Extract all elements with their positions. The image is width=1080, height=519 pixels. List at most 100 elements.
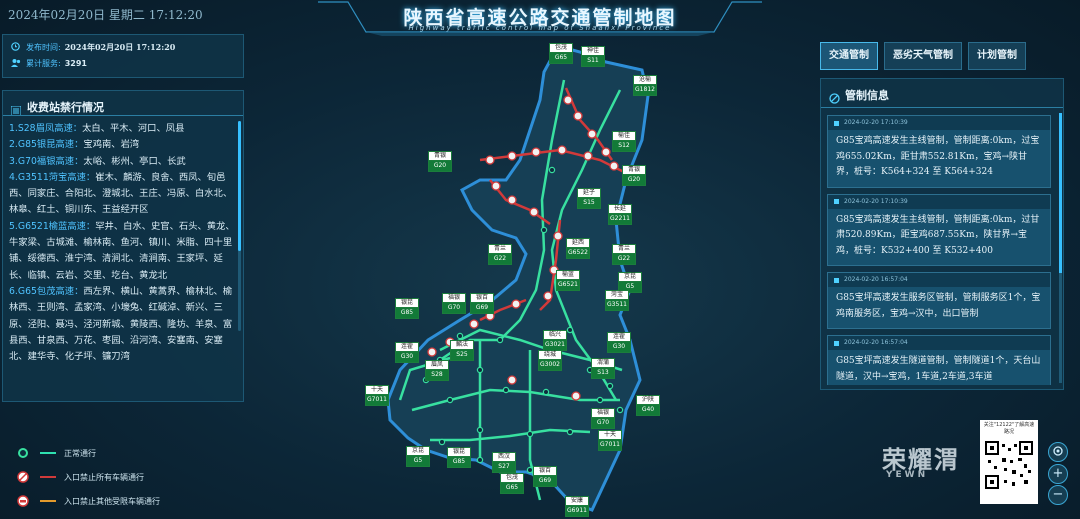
route-shield-code: S15	[577, 197, 601, 209]
route-shield[interactable]: 十天 G7011	[598, 430, 622, 451]
route-shield[interactable]: 榆蓝 G6521	[556, 270, 580, 291]
route-shield[interactable]: 京昆 G5	[406, 446, 430, 467]
control-card-text: G85宝鸡高速发生主线管制，管制距离:0km，过宝鸡655.02Km，距甘肃55…	[836, 136, 1040, 177]
publish-info-panel: 发布时间: 2024年02月20日 17:12:20 累计服务: 3291	[2, 34, 244, 78]
route-shield-name: 青银	[622, 165, 646, 174]
route-shield[interactable]: 绕城 G3002	[538, 350, 562, 371]
route-shield[interactable]: 青兰 G22	[488, 244, 512, 265]
route-shield-code: G6911	[565, 505, 589, 517]
route-shield[interactable]: 福银 G70	[442, 293, 466, 314]
route-shield-name: 银百	[470, 293, 494, 302]
route-shield-name: 沧榆	[633, 75, 657, 84]
control-list-scrollbar[interactable]	[1059, 113, 1062, 383]
route-shield[interactable]: 青银 G20	[622, 165, 646, 186]
tab-planned-control[interactable]: 计划管制	[968, 42, 1026, 70]
control-card[interactable]: 2024-02-20 17:10:39 G85宝鸡高速发生主线管制，管制距离:0…	[827, 193, 1051, 266]
clock-icon	[11, 42, 21, 52]
route-shield[interactable]: 连霍 G30	[395, 342, 419, 363]
toll-list[interactable]: 1.S28眉凤高速：太白、平木、河口、凤县 2.G85银昆高速：宝鸡南、岩湾 3…	[9, 121, 235, 395]
route-shield-name: 银昆	[447, 447, 471, 456]
route-shield-name: 绕城	[538, 350, 562, 359]
route-shield[interactable]: 福银 G70	[591, 408, 615, 429]
route-shield-code: G22	[488, 253, 512, 265]
route-shield-code: G22	[612, 253, 636, 265]
route-shield-name: 延子	[577, 188, 601, 197]
tab-weather-control[interactable]: 恶劣天气管制	[884, 42, 962, 70]
route-shield[interactable]: 眉凤 S28	[425, 360, 449, 381]
control-card[interactable]: 2024-02-20 17:10:39 G85宝鸡高速发生主线管制，管制距离:0…	[827, 115, 1051, 188]
route-shield-name: 十天	[365, 385, 389, 394]
route-shield[interactable]: 银百 G69	[533, 466, 557, 487]
toll-item: 6.G65包茂高速：西左界、横山、黄蒿界、榆林北、榆林西、王则湾、孟家湾、小壕兔…	[9, 285, 233, 363]
route-shield-code: S28	[425, 369, 449, 381]
route-shield[interactable]: 安康 G6911	[565, 496, 589, 517]
route-shield[interactable]: 榆佳 S12	[612, 131, 636, 152]
route-shield-code: G65	[500, 482, 524, 494]
control-list[interactable]: 2024-02-20 17:10:39 G85宝鸡高速发生主线管制，管制距离:0…	[821, 109, 1057, 385]
route-shield-code: G1812	[633, 84, 657, 96]
highway-map[interactable]	[330, 40, 730, 519]
title-banner: 陕西省高速公路交通管制地图 Highway traffic control ma…	[318, 0, 762, 36]
control-card-time: 2024-02-20 16:57:04	[828, 336, 1050, 350]
locate-button[interactable]	[1048, 442, 1068, 462]
route-shield[interactable]: 临兴 G3021	[543, 330, 567, 351]
route-shield[interactable]: 连霍 G30	[607, 332, 631, 353]
scrollbar-thumb[interactable]	[238, 121, 241, 251]
normal-pass-icon	[16, 446, 30, 460]
route-shield-code: G20	[622, 174, 646, 186]
qr-code-card[interactable]: 关注"12122"了解高速路况	[980, 420, 1038, 504]
route-shield-code: G85	[447, 456, 471, 468]
minus-icon: −	[1052, 487, 1064, 502]
control-card[interactable]: 2024-02-20 16:57:04 G85宝坪高速发生隧道管制，管制隧道1个…	[827, 335, 1051, 385]
route-shield[interactable]: 沪陕 G40	[636, 395, 660, 416]
route-shield[interactable]: 麟法 S25	[450, 340, 474, 361]
route-shield-code: S25	[450, 349, 474, 361]
route-shield[interactable]: 银昆 G85	[395, 298, 419, 319]
route-shield-name: 神佳	[581, 46, 605, 55]
watermark-sub: YEWN	[886, 470, 929, 480]
route-shield-name: 福银	[442, 293, 466, 302]
route-shield[interactable]: 包茂 G65	[500, 473, 524, 494]
route-shield[interactable]: 银昆 G85	[447, 447, 471, 468]
scrollbar-thumb[interactable]	[1059, 113, 1062, 273]
route-shield[interactable]: 菏宝 G3511	[605, 290, 629, 311]
toll-status-panel: 收费站禁行情况 1.S28眉凤高速：太白、平木、河口、凤县 2.G85银昆高速：…	[2, 90, 244, 402]
route-shield-name: 临兴	[543, 330, 567, 339]
route-shield[interactable]: 青银 G20	[428, 151, 452, 172]
route-shield[interactable]: 延西 G6522	[566, 238, 590, 259]
route-shield[interactable]: 包茂 G65	[549, 43, 573, 64]
route-shield-name: 包茂	[500, 473, 524, 482]
route-shield-code: G30	[395, 351, 419, 363]
service-count-label: 累计服务:	[26, 58, 61, 68]
route-shield-name: 银昆	[395, 298, 419, 307]
service-count-value: 3291	[64, 58, 87, 68]
zoom-in-button[interactable]: +	[1048, 464, 1068, 484]
legend-restricted: 入口禁止其他受限车辆通行	[4, 489, 234, 513]
divider	[3, 115, 243, 116]
route-shield-name: 西汉	[492, 452, 516, 461]
route-shield[interactable]: 京昆 G5	[618, 272, 642, 293]
route-shield[interactable]: 长延 G2211	[608, 204, 632, 225]
publish-time-row: 发布时间: 2024年02月20日 17:12:20	[3, 39, 243, 55]
route-shield[interactable]: 神佳 S11	[581, 46, 605, 67]
toll-list-scrollbar[interactable]	[238, 121, 241, 331]
route-shield[interactable]: 沧榆 G1812	[633, 75, 657, 96]
control-card[interactable]: 2024-02-20 16:57:04 G85宝坪高速发生服务区管制，管制服务区…	[827, 272, 1051, 329]
route-shield-name: 银百	[533, 466, 557, 475]
legend-closed: 入口禁止所有车辆通行	[4, 465, 234, 489]
route-shield-name: 麟法	[450, 340, 474, 349]
route-shield-code: G3002	[538, 359, 562, 371]
route-shield-code: G40	[636, 404, 660, 416]
route-shield-code: G5	[406, 455, 430, 467]
tab-traffic-control[interactable]: 交通管制	[820, 42, 878, 70]
route-shield[interactable]: 渭蒲 S13	[591, 358, 615, 379]
route-shield-code: S13	[591, 367, 615, 379]
control-tabs: 交通管制 恶劣天气管制 计划管制	[820, 42, 1026, 70]
route-shield[interactable]: 延子 S15	[577, 188, 601, 209]
route-shield[interactable]: 西汉 S27	[492, 452, 516, 473]
route-shield[interactable]: 银百 G69	[470, 293, 494, 314]
route-shield[interactable]: 十天 G7011	[365, 385, 389, 406]
zoom-out-button[interactable]: −	[1048, 485, 1068, 505]
route-shield[interactable]: 青兰 G22	[612, 244, 636, 265]
route-shield-code: S11	[581, 55, 605, 67]
